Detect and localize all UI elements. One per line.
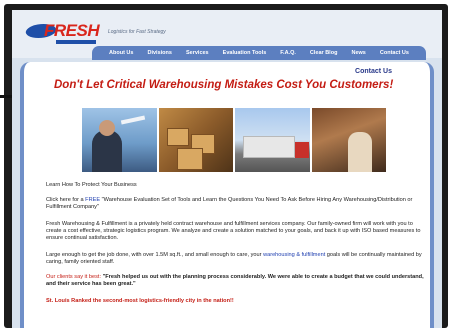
photo-banner [82,108,386,172]
nav-news[interactable]: News [351,50,365,56]
learn-heading: Learn How To Protect Your Business [46,182,137,188]
page-headline: Don't Let Critical Warehousing Mistakes … [54,79,394,91]
clients-prefix: Our clients say it best: [46,274,103,280]
intro-paragraph: Fresh Warehousing & Fulfillment is a pri… [46,221,421,242]
warehousing-fulfillment-link[interactable]: warehousing & fulfillment [263,252,325,258]
photo-businessman [82,108,157,172]
truck-cab-shape [295,142,309,158]
click-prefix: Click here for a [46,197,86,203]
tagline: Logistics for Fast Strategy [108,29,166,35]
logo-underline [56,40,96,44]
st-louis-ranking[interactable]: St. Louis Ranked the second-most logisti… [46,298,428,305]
head-shape [99,120,115,136]
airplane-icon [120,115,145,125]
worker-shape [348,132,372,172]
testimonial-paragraph: Our clients say it best: "Fresh helped u… [46,274,428,288]
content-panel: Contact Us Don't Let Critical Warehousin… [20,62,434,328]
trailer-shape [243,136,295,158]
large-enough-paragraph: Large enough to get the job done, with o… [46,252,428,266]
nav-services[interactable]: Services [186,50,209,56]
free-link[interactable]: FREE [85,197,100,203]
contact-us-link[interactable]: Contact Us [355,68,392,75]
photo-worker [311,108,386,172]
click-rest: "Warehouse Evaluation Set of Tools and L… [46,197,413,211]
box-shape [176,148,203,170]
nav-evaluation-tools[interactable]: Evaluation Tools [223,50,267,56]
large-prefix: Large enough to get the job done, with o… [46,252,264,258]
person-shape [92,130,122,172]
testimonial-quote: "Fresh helped us out with the planning p… [46,274,424,288]
fresh-logo[interactable]: FRESH [23,20,104,46]
box-shape [166,128,189,146]
photo-warehouse-boxes [158,108,233,172]
nav-about-us[interactable]: About Us [109,50,133,56]
nav-clear-blog[interactable]: Clear Blog [310,50,338,56]
free-tools-paragraph: Click here for a FREE "Warehouse Evaluat… [46,197,428,211]
logo-text: FRESH [44,21,100,40]
main-nav: About Us Divisions Services Evaluation T… [92,46,426,60]
web-page: FRESH Logistics for Fast Strategy About … [12,10,442,328]
nav-divisions[interactable]: Divisions [148,50,172,56]
nav-contact-us[interactable]: Contact Us [380,50,409,56]
nav-faq[interactable]: F.A.Q. [280,50,296,56]
photo-truck [235,108,310,172]
